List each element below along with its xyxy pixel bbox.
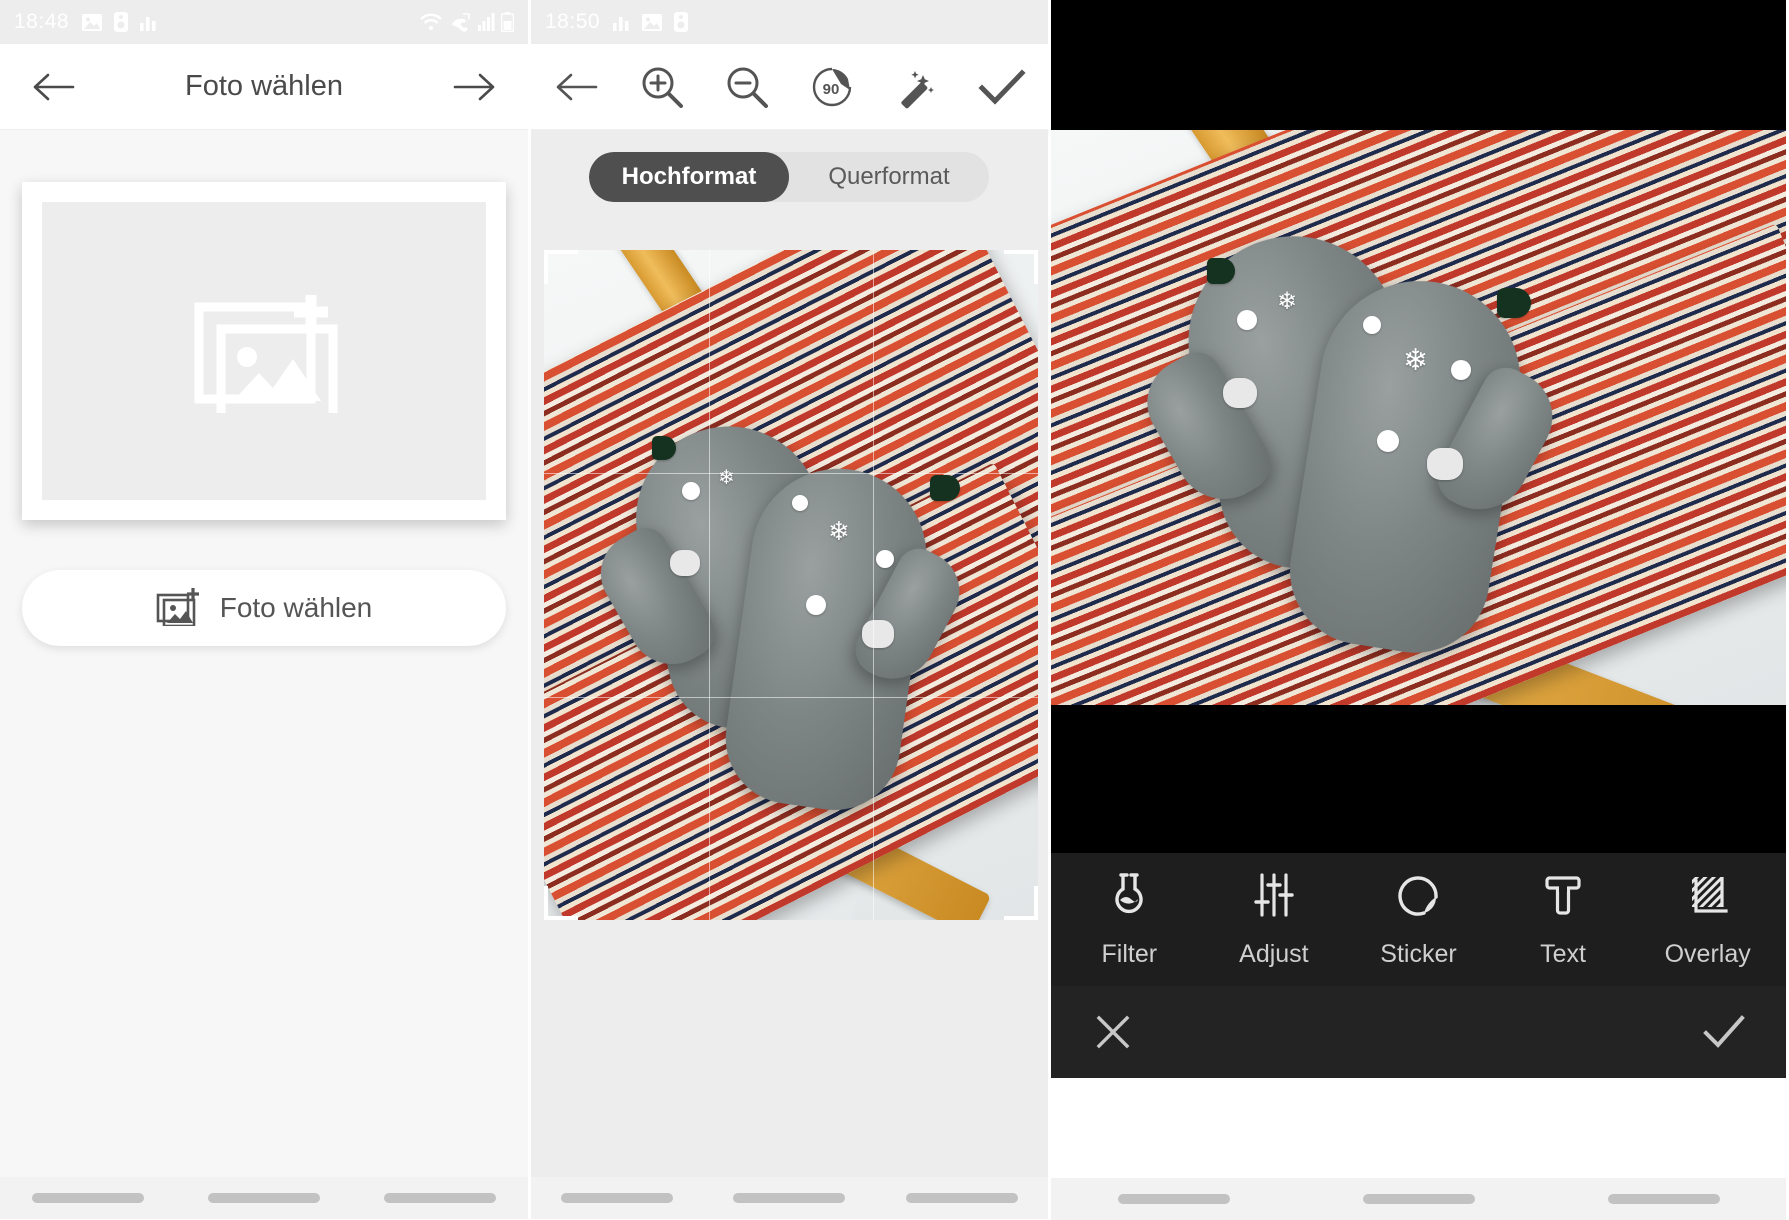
sim-icon [114,12,129,32]
editor-tools-bar: Filter Adjust Sticker Text Overlay [1051,853,1786,986]
editor-action-bar [1051,986,1786,1078]
battery-icon [501,12,514,32]
app-bar-1: Foto wählen [0,44,528,130]
nav-pill-back[interactable] [384,1193,496,1203]
add-photo-icon [156,586,202,631]
page-title: Foto wählen [185,70,343,102]
crop-handle-br[interactable] [1004,886,1038,920]
phone-screen-edit-photo: ❄ ❄ Filter Adjust Sticker Text Overlay [1048,0,1786,1220]
nav-pill-home[interactable] [733,1193,846,1203]
system-nav-bar-2 [531,1177,1048,1219]
tool-sticker[interactable]: Sticker [1353,871,1483,969]
image-icon [81,13,103,32]
editor-photo-preview[interactable]: ❄ ❄ [1051,130,1786,705]
screenshot-triptych: 18:48 Foto wählen Foto wählen 18:50 90 H… [0,0,1789,1220]
overlay-hatch-icon [1684,871,1732,924]
crop-toolbar: 90 [531,44,1048,130]
zoom-out-button[interactable] [719,59,775,115]
arrow-right-icon [452,72,496,102]
sticker-icon [1394,871,1442,924]
text-t-icon [1539,871,1587,924]
editor-letterbox-bottom [1051,705,1786,853]
sliders-icon [1250,871,1298,924]
tool-label: Adjust [1239,939,1309,968]
nav-pill-back[interactable] [905,1193,1018,1203]
svg-text:90: 90 [823,81,840,98]
tool-adjust[interactable]: Adjust [1209,871,1339,969]
orientation-segmented-control: Hochformat Querformat [589,152,989,202]
rotate-90-icon: 90 [808,63,856,111]
phone-screen-crop-photo: 18:50 90 Hochformat Querformat ❄ ❄ [528,0,1048,1220]
status-icons-right [419,12,514,32]
status-icons-left [612,12,689,32]
image-icon [641,13,663,32]
cancel-edit-button[interactable] [1085,1004,1141,1060]
arrow-left-icon [555,72,599,102]
photo-placeholder-inner [42,202,486,500]
nav-pill-recents[interactable] [561,1193,674,1203]
crop-preview[interactable]: ❄ ❄ [544,250,1038,920]
editor-letterbox-top [1051,0,1786,130]
back-button[interactable] [549,59,605,115]
nav-pill-back[interactable] [1607,1194,1720,1204]
check-icon [1702,1014,1746,1050]
tool-label: Text [1540,939,1586,968]
add-photo-icon [181,285,347,425]
tool-label: Filter [1101,939,1158,968]
photo-mittens-snow: ❄ ❄ [544,250,1038,920]
zoom-in-icon [639,64,685,110]
crop-handle-tl[interactable] [544,250,578,284]
tool-label: Overlay [1664,939,1751,968]
check-icon [977,66,1027,108]
signal-bars-icon [612,13,630,31]
wifi-icon [419,13,443,31]
signal-bars-icon [139,13,157,31]
nav-pill-recents[interactable] [32,1193,144,1203]
close-x-icon [1094,1013,1132,1051]
status-icons-left [81,12,157,32]
sim-icon [674,12,689,32]
magic-wand-icon [893,63,941,111]
status-time: 18:48 [14,10,70,33]
arrow-left-icon [32,72,76,102]
cellular-icon [478,13,495,31]
rotate-90-button[interactable]: 90 [804,59,860,115]
pick-photo-label: Foto wählen [219,592,373,623]
select-photo-body: Foto wählen [0,130,528,1219]
photo-placeholder-card[interactable] [22,182,506,520]
missed-call-icon [449,12,472,32]
confirm-crop-button[interactable] [974,59,1030,115]
crop-handle-tr[interactable] [1004,250,1038,284]
crop-body: Hochformat Querformat ❄ ❄ [531,130,1048,1219]
status-bar-2: 18:50 [531,0,1048,44]
system-nav-bar-1 [0,1177,528,1219]
crop-handle-bl[interactable] [544,886,578,920]
forward-button[interactable] [446,59,502,115]
tool-filter[interactable]: Filter [1064,871,1194,969]
tool-text[interactable]: Text [1498,871,1628,969]
system-nav-bar-3 [1051,1178,1786,1220]
segment-querformat[interactable]: Querformat [789,152,989,202]
confirm-edit-button[interactable] [1696,1004,1752,1060]
phone-screen-select-photo: 18:48 Foto wählen Foto wählen [0,0,528,1220]
status-bar-1: 18:48 [0,0,528,44]
segment-hochformat[interactable]: Hochformat [589,152,789,202]
flask-filter-icon [1105,871,1153,924]
tool-label: Sticker [1380,939,1457,968]
pick-photo-button[interactable]: Foto wählen [22,570,506,646]
tool-overlay[interactable]: Overlay [1643,871,1773,969]
status-time: 18:50 [545,10,601,33]
zoom-in-button[interactable] [634,59,690,115]
nav-pill-home[interactable] [208,1193,320,1203]
zoom-out-icon [724,64,770,110]
nav-pill-recents[interactable] [1117,1194,1230,1204]
auto-enhance-button[interactable] [889,59,945,115]
back-button[interactable] [26,59,82,115]
nav-pill-home[interactable] [1362,1194,1475,1204]
